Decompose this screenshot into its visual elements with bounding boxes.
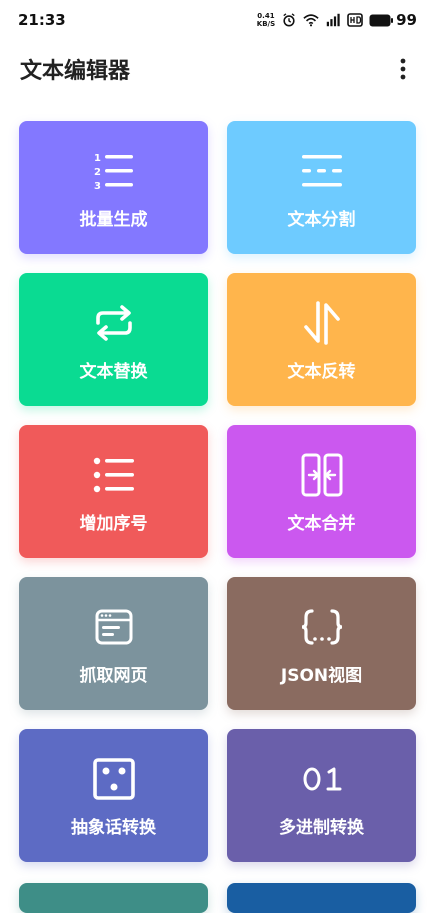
tile-label: 文本合并 [287,514,356,534]
json-braces-icon [300,605,344,649]
split-lines-icon [300,149,344,193]
tile-fetch-webpage[interactable]: 抓取网页 [19,577,208,710]
battery: 99 [369,11,417,29]
merge-icon [300,453,344,497]
tile-abstract-text-convert[interactable]: 抽象话转换 [19,729,208,862]
tile-add-numbering[interactable]: 增加序号 [19,425,208,558]
dice-face-icon [92,757,136,801]
svg-text:1: 1 [94,153,101,164]
tile-label: 文本替换 [79,362,148,382]
network-speed-unit: KB/S [256,20,276,28]
tile-text-replace[interactable]: 文本替换 [19,273,208,406]
binary-digits-icon [300,757,344,801]
overflow-menu-button[interactable] [391,57,415,81]
tool-grid: 1 2 3 批量生成 文本分割 文本替换 文本反转 增加序号 文本合并 抓取网页… [19,121,416,862]
tile-label: 多进制转换 [279,818,364,838]
hd-voice-icon [347,13,363,27]
svg-text:2: 2 [94,167,101,178]
tile-partial-right[interactable] [227,883,416,913]
status-time: 21:33 [18,11,66,29]
more-vert-icon [400,58,406,80]
alarm-icon [283,13,295,27]
tile-label: 文本反转 [287,362,356,382]
tile-text-reverse[interactable]: 文本反转 [227,273,416,406]
bullet-list-icon [92,453,136,497]
status-icons: 0.41 KB/S 99 [257,11,417,29]
tile-text-merge[interactable]: 文本合并 [227,425,416,558]
tile-label: 文本分割 [287,210,356,230]
tile-json-view[interactable]: JSON视图 [227,577,416,710]
reverse-arrows-icon [300,301,344,345]
tile-text-split[interactable]: 文本分割 [227,121,416,254]
tile-label: JSON视图 [280,666,363,686]
tile-label: 增加序号 [79,514,148,534]
network-speed: 0.41 KB/S [257,12,275,28]
svg-text:3: 3 [94,181,101,192]
tile-radix-convert[interactable]: 多进制转换 [227,729,416,862]
status-bar: 21:33 0.41 KB/S 99 [0,0,435,40]
swap-arrows-icon [92,301,136,345]
app-bar: 文本编辑器 [0,44,435,94]
tile-label: 批量生成 [79,210,148,230]
network-speed-value: 0.41 [257,12,275,20]
tile-label: 抓取网页 [79,666,148,686]
browser-window-icon [92,605,136,649]
battery-level: 99 [396,11,417,29]
numbered-list-icon: 1 2 3 [92,149,136,193]
tile-partial-left[interactable] [19,883,208,913]
app-title: 文本编辑器 [20,59,131,84]
tile-batch-generate[interactable]: 1 2 3 批量生成 [19,121,208,254]
tile-label: 抽象话转换 [71,818,156,838]
wifi-icon [303,14,319,27]
signal-icon [326,13,340,27]
battery-icon [369,14,394,26]
